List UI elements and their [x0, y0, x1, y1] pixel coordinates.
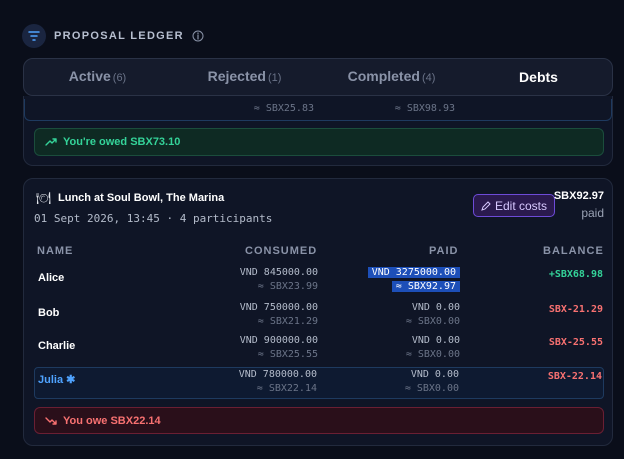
- pencil-icon: [481, 200, 491, 211]
- consumed-fx: ≈ SBX21.29: [257, 316, 318, 327]
- status-badge: paid: [581, 206, 604, 220]
- paid-fx: ≈ SBX0.00: [404, 383, 459, 394]
- column-header-name: NAME: [37, 245, 74, 257]
- table-row: Alice VND 845000.00 ≈ SBX23.99 VND 32750…: [34, 266, 604, 298]
- paid-value: VND 0.00: [410, 369, 459, 380]
- page-title: PROPOSAL LEDGER: [54, 30, 184, 42]
- tab-count: (4): [421, 72, 436, 84]
- paid-value: VND 0.00: [411, 302, 460, 313]
- consumed-cell: VND 750000.00 ≈ SBX21.29: [240, 301, 318, 329]
- tab-label: Completed: [347, 68, 420, 84]
- table-row-current-user: Julia ✱ VND 780000.00 ≈ SBX22.14 VND 0.0…: [34, 367, 604, 399]
- consumed-value: VND 780000.00: [238, 369, 317, 380]
- tab-label: Rejected: [207, 68, 266, 84]
- consumed-cell: VND 780000.00 ≈ SBX22.14: [239, 368, 317, 396]
- meal-icon: 🍽: [36, 191, 52, 205]
- tab-bar: Active (6) Rejected (1) Completed (4) Debts: [23, 58, 613, 96]
- participant-name: Bob: [38, 307, 60, 319]
- consumed-fx: ≈ SBX22.14: [256, 383, 317, 394]
- consumed-cell: VND 845000.00 ≈ SBX23.99: [240, 266, 318, 294]
- column-header-paid: PAID: [429, 245, 459, 257]
- table-row: Bob VND 750000.00 ≈ SBX21.29 VND 0.00 ≈ …: [34, 301, 604, 333]
- tab-count: (1): [267, 72, 282, 84]
- paid-cell: VND 3275000.00 ≈ SBX92.97: [367, 266, 460, 294]
- card-title: Lunch at Soul Bowl, The Marina: [58, 192, 225, 204]
- balance-value: SBX-21.29: [548, 304, 603, 315]
- tab-count: (6): [112, 72, 127, 84]
- edit-costs-button[interactable]: Edit costs: [473, 194, 556, 217]
- consumed-fx: ≈ SBX23.99: [257, 281, 318, 292]
- paid-cell: VND 0.00 ≈ SBX0.00: [406, 301, 460, 329]
- paid-fx: ≈ SBX0.00: [405, 349, 460, 360]
- owe-text: You owe SBX22.14: [63, 414, 161, 427]
- column-header-balance: BALANCE: [543, 245, 604, 257]
- consumed-value: VND 845000.00: [239, 267, 318, 278]
- owe-banner: You owe SBX22.14: [34, 407, 604, 434]
- card-total: SBX92.97: [553, 190, 604, 202]
- consumed-fx: ≈ SBX25.55: [257, 349, 318, 360]
- debt-card: 🍽 Lunch at Soul Bowl, The Marina 01 Sept…: [23, 178, 613, 446]
- consumed-value: VND 900000.00: [239, 335, 318, 346]
- balance-value: +SBX68.98: [548, 269, 603, 280]
- paid-fx: ≈ SBX98.93: [394, 103, 455, 114]
- consumed-cell: VND 900000.00 ≈ SBX25.55: [240, 334, 318, 362]
- paid-fx: ≈ SBX92.97: [391, 281, 460, 292]
- owed-text: You're owed SBX73.10: [63, 136, 181, 148]
- info-icon[interactable]: [192, 30, 204, 42]
- trending-down-icon: [45, 416, 57, 425]
- tab-label: Debts: [519, 69, 558, 85]
- card-subtitle: 01 Sept 2026, 13:45 · 4 participants: [34, 212, 273, 225]
- tab-debts[interactable]: Debts: [465, 58, 612, 96]
- paid-value: VND 0.00: [411, 335, 460, 346]
- ledger-header: PROPOSAL LEDGER: [22, 24, 204, 48]
- trending-up-icon: [45, 138, 57, 146]
- tab-completed[interactable]: Completed (4): [318, 57, 465, 97]
- paid-cell: VND 0.00 ≈ SBX0.00: [405, 368, 459, 396]
- tab-rejected[interactable]: Rejected (1): [171, 57, 318, 97]
- table-row: Charlie VND 900000.00 ≈ SBX25.55 VND 0.0…: [34, 334, 604, 366]
- consumed-value: VND 750000.00: [239, 302, 318, 313]
- edit-costs-label: Edit costs: [495, 198, 548, 213]
- consumed-fx: ≈ SBX25.83: [253, 103, 314, 114]
- tab-active[interactable]: Active (6): [24, 57, 171, 97]
- paid-fx: ≈ SBX0.00: [405, 316, 460, 327]
- debt-card-previous: ≈ SBX25.83 ≈ SBX98.93 You're owed SBX73.…: [23, 96, 613, 166]
- participant-name: Julia ✱: [38, 374, 76, 386]
- column-header-consumed: CONSUMED: [245, 245, 318, 257]
- balance-value: SBX-22.14: [547, 371, 602, 382]
- participant-name: Alice: [38, 272, 65, 284]
- participant-name: Charlie: [38, 340, 76, 352]
- paid-cell: VND 0.00 ≈ SBX0.00: [406, 334, 460, 362]
- balance-value: SBX-25.55: [548, 337, 603, 348]
- filter-icon[interactable]: [22, 24, 46, 48]
- table-row: ≈ SBX25.83 ≈ SBX98.93: [24, 99, 612, 121]
- tab-label: Active: [68, 68, 111, 84]
- owed-banner: You're owed SBX73.10: [34, 128, 604, 156]
- paid-value: VND 3275000.00: [367, 267, 460, 278]
